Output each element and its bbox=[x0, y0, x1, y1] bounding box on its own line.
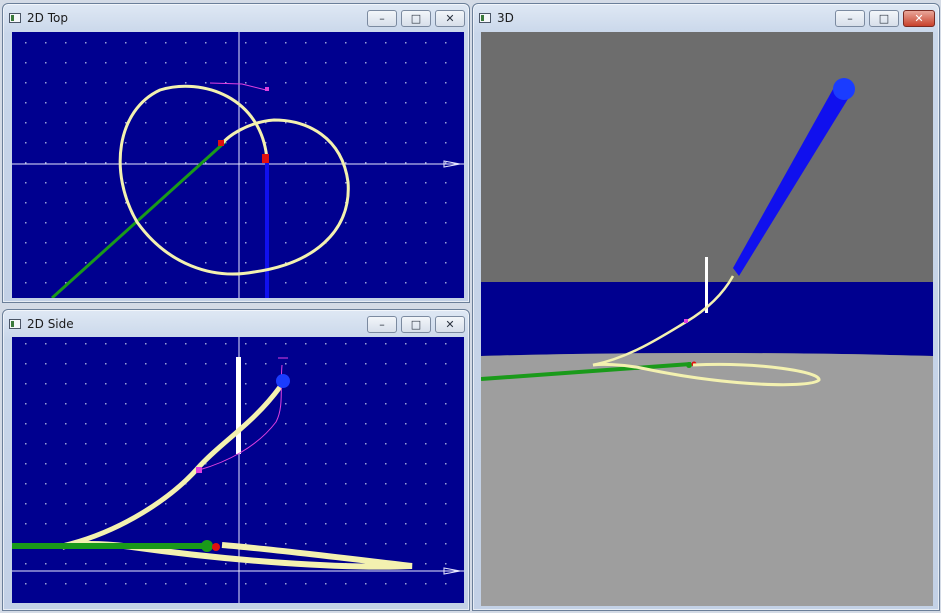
ground bbox=[481, 353, 933, 606]
magenta-marker bbox=[265, 87, 269, 91]
green-marker bbox=[201, 540, 213, 552]
window-app-icon[interactable] bbox=[9, 13, 21, 23]
close-button[interactable]: ✕ bbox=[435, 316, 465, 333]
close-button[interactable]: ✕ bbox=[903, 10, 935, 27]
minimize-button[interactable]: – bbox=[367, 10, 397, 27]
maximize-icon: □ bbox=[878, 12, 890, 25]
window-app-icon[interactable] bbox=[479, 13, 491, 23]
side-view-plot bbox=[12, 337, 464, 603]
minimize-button[interactable]: – bbox=[835, 10, 865, 27]
window-2d-side[interactable]: 2D Side – □ ✕ bbox=[2, 309, 470, 611]
titlebar[interactable]: 3D – □ ✕ bbox=[473, 4, 939, 32]
magenta-marker bbox=[684, 319, 688, 323]
titlebar[interactable]: 2D Side – □ ✕ bbox=[3, 310, 469, 338]
3d-view-canvas[interactable] bbox=[481, 32, 933, 606]
sky bbox=[481, 32, 933, 282]
red-marker-small bbox=[218, 140, 224, 146]
minimize-icon: – bbox=[379, 318, 385, 331]
maximize-icon: □ bbox=[410, 318, 422, 331]
white-post bbox=[705, 257, 708, 313]
maximize-icon: □ bbox=[410, 12, 422, 25]
top-view-canvas[interactable] bbox=[12, 32, 464, 298]
blue-ball bbox=[833, 78, 855, 100]
grid-dots bbox=[12, 32, 464, 298]
minimize-icon: – bbox=[847, 12, 853, 25]
minimize-button[interactable]: – bbox=[367, 316, 397, 333]
window-title: 3D bbox=[497, 11, 514, 25]
green-marker bbox=[686, 362, 692, 368]
white-post bbox=[236, 357, 241, 454]
window-app-icon[interactable] bbox=[9, 319, 21, 329]
top-view-plot bbox=[12, 32, 464, 298]
maximize-button[interactable]: □ bbox=[401, 316, 431, 333]
red-marker bbox=[212, 543, 220, 551]
red-marker bbox=[262, 154, 269, 163]
close-icon: ✕ bbox=[914, 12, 924, 25]
window-2d-top[interactable]: 2D Top – □ ✕ bbox=[2, 3, 470, 303]
maximize-button[interactable]: □ bbox=[869, 10, 899, 27]
blue-ball bbox=[276, 374, 290, 388]
3d-scene bbox=[481, 32, 933, 606]
window-title: 2D Top bbox=[27, 11, 68, 25]
maximize-button[interactable]: □ bbox=[401, 10, 431, 27]
close-button[interactable]: ✕ bbox=[435, 10, 465, 27]
minimize-icon: – bbox=[379, 12, 385, 25]
window-3d[interactable]: 3D – □ ✕ bbox=[472, 3, 940, 611]
close-icon: ✕ bbox=[445, 318, 455, 331]
close-icon: ✕ bbox=[445, 12, 455, 25]
window-title: 2D Side bbox=[27, 317, 74, 331]
side-view-canvas[interactable] bbox=[12, 337, 464, 603]
magenta-marker bbox=[196, 467, 202, 473]
titlebar[interactable]: 2D Top – □ ✕ bbox=[3, 4, 469, 32]
